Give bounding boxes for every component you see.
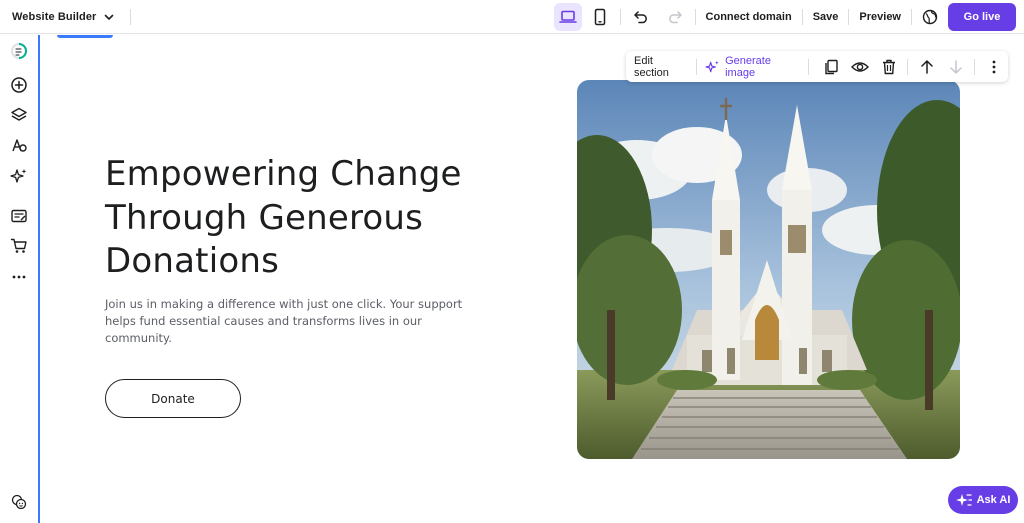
mobile-view-button[interactable]	[586, 3, 614, 31]
redo-button[interactable]	[661, 3, 689, 31]
language-button[interactable]	[916, 3, 944, 31]
design-icon	[12, 139, 27, 152]
blog-icon	[11, 209, 27, 223]
divider	[694, 9, 696, 25]
desktop-view-button[interactable]	[553, 3, 582, 31]
undo-button[interactable]	[627, 3, 655, 31]
more-options-button[interactable]	[9, 267, 29, 287]
divider	[911, 9, 912, 25]
arrow-up-icon	[921, 59, 933, 74]
desktop-icon	[558, 10, 577, 23]
chevron-down-icon	[102, 10, 116, 24]
website-styles-button[interactable]	[9, 135, 29, 155]
generate-image-button[interactable]: Generate image	[705, 55, 800, 79]
ai-tools-icon	[10, 169, 27, 183]
hero-title[interactable]: Empowering Change Through Generous Donat…	[105, 153, 525, 284]
section-toolbar: Edit section Generate image	[626, 51, 1008, 82]
delete-section-button[interactable]	[879, 56, 900, 78]
hide-section-button[interactable]	[850, 56, 871, 78]
save-button[interactable]: Save	[807, 3, 845, 31]
ask-ai-label: Ask AI	[976, 494, 1011, 506]
mobile-icon	[594, 8, 605, 26]
layers-icon	[11, 107, 27, 121]
help-button[interactable]	[9, 492, 29, 512]
divider	[619, 9, 621, 25]
generate-image-label: Generate image	[725, 54, 771, 79]
divider	[907, 58, 909, 75]
checklist-progress-icon	[11, 43, 28, 59]
hero-image[interactable]	[577, 80, 960, 459]
hero-subtitle[interactable]: Join us in making a difference with just…	[105, 296, 475, 347]
duplicate-section-button[interactable]	[821, 56, 842, 78]
arrow-down-icon	[949, 59, 962, 74]
online-store-button[interactable]	[9, 236, 29, 256]
help-icon	[11, 494, 27, 510]
divider	[801, 9, 803, 25]
redo-icon	[668, 11, 682, 24]
app-title: Website Builder	[12, 10, 97, 23]
divider	[807, 58, 809, 75]
move-section-down-button[interactable]	[945, 56, 966, 78]
progress-checklist-button[interactable]	[9, 41, 29, 61]
preview-button[interactable]: Preview	[853, 3, 907, 31]
move-section-up-button[interactable]	[916, 56, 937, 78]
website-switcher[interactable]: Website Builder	[0, 0, 116, 34]
add-icon	[11, 77, 27, 93]
blog-button[interactable]	[9, 206, 29, 226]
trash-icon	[882, 59, 895, 74]
donate-button[interactable]: Donate	[105, 379, 241, 418]
divider	[696, 58, 697, 75]
add-section-button[interactable]	[9, 75, 29, 95]
pages-and-navigation-button[interactable]	[9, 105, 29, 125]
globe-icon	[922, 9, 938, 25]
more-horizontal-icon	[12, 275, 26, 279]
divider	[974, 58, 976, 75]
sparkle-icon	[705, 60, 719, 72]
duplicate-icon	[825, 59, 838, 74]
more-vertical-icon	[992, 60, 995, 73]
edit-section-button[interactable]: Edit section	[634, 55, 688, 79]
left-sidebar	[0, 35, 38, 523]
ask-ai-button[interactable]: Ask AI	[948, 486, 1018, 514]
section-tab-indicator	[57, 35, 113, 38]
section-more-button[interactable]	[983, 56, 1004, 78]
store-icon	[10, 238, 27, 253]
divider	[130, 8, 132, 25]
ai-assistant-icon	[955, 494, 972, 506]
undo-icon	[633, 11, 647, 24]
eye-icon	[851, 61, 870, 72]
top-bar: Website Builder Connect domain Save Prev…	[0, 0, 1024, 34]
connect-domain-button[interactable]: Connect domain	[700, 3, 798, 31]
ai-tools-button[interactable]	[9, 166, 29, 186]
divider	[848, 9, 850, 25]
go-live-button[interactable]: Go live	[948, 3, 1016, 31]
